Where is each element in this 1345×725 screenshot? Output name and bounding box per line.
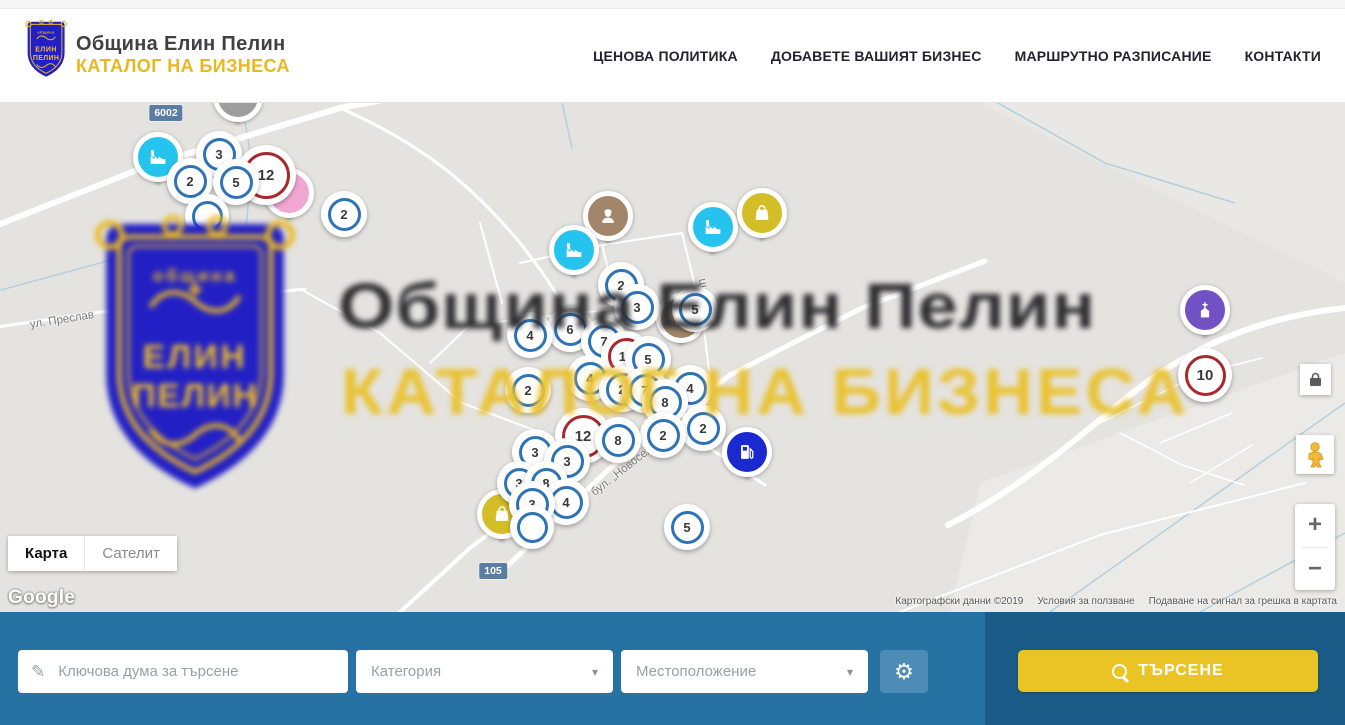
cluster-count [517,512,548,543]
site-subtitle: КАТАЛОГ НА БИЗНЕСА [76,56,290,77]
cluster-count: 3 [621,291,654,324]
streetview-lock-button[interactable] [1300,364,1331,395]
cluster-marker[interactable]: 3 [614,284,660,330]
zoom-out-button[interactable]: − [1295,548,1335,591]
cluster-count: 5 [220,166,253,199]
cluster-count: 2 [647,419,680,452]
site-title: Община Елин Пелин [76,33,290,56]
cluster-marker[interactable]: 2 [321,191,367,237]
gear-icon: ⚙ [894,659,914,685]
crest-name-line2: ПЕЛИН [33,55,59,62]
cluster-marker[interactable]: 8 [595,417,641,463]
nav-item-add-business[interactable]: ДОБАВЕТЕ ВАШИЯТ БИЗНЕС [771,48,982,64]
zoom-in-button[interactable]: + [1295,504,1335,547]
map-pin-shopping-bag-icon[interactable] [737,188,787,238]
lock-icon [1309,372,1322,387]
keyword-input[interactable] [56,662,335,681]
cluster-count: 10 [1185,355,1226,396]
nav-item-route-schedule[interactable]: МАРШРУТНО РАЗПИСАНИЕ [1015,48,1212,64]
location-dropdown-value: Местоположение [636,663,756,680]
cluster-count: 5 [679,293,712,326]
attribution-report-link[interactable]: Подаване на сигнал за грешка в картата [1149,596,1337,607]
pegman-button[interactable] [1296,435,1334,474]
crest-name-line1: ЕЛИН [35,47,57,54]
google-logo[interactable]: Google [8,587,75,609]
attribution-copyright: Картографски данни ©2019 [895,596,1023,607]
nav-item-pricing[interactable]: ЦЕНОВА ПОЛИТИКА [593,48,738,64]
crest-org-text: община [37,31,55,35]
category-dropdown-value: Категория [371,663,441,680]
pin-circle [213,103,263,122]
fuel-icon [722,427,772,477]
pegman-icon [1305,442,1325,468]
search-button[interactable]: ТЪРСЕНЕ [1018,650,1318,692]
attribution-terms-link[interactable]: Условия за ползване [1037,596,1134,607]
search-icon [1112,664,1127,679]
cluster-marker[interactable]: 4 [507,312,553,358]
map-type-map-button[interactable]: Карта [8,536,84,571]
cluster-count: 2 [174,165,207,198]
keyword-search-field[interactable]: ✎ [18,650,348,693]
header: община ЕЛИН ПЕЛИН Община Елин Пелин КАТА… [0,0,1345,103]
pencil-icon: ✎ [31,662,45,682]
map-attribution: Картографски данни ©2019 Условия за полз… [895,596,1337,607]
map-pin-factory-icon[interactable] [688,202,738,252]
chevron-down-icon: ▾ [592,665,598,679]
cluster-marker[interactable]: 2 [640,412,686,458]
cluster-count: 2 [328,198,361,231]
map-type-control: Карта Сателит [8,536,177,571]
search-button-label: ТЪРСЕНЕ [1138,662,1223,680]
map-pin[interactable] [213,103,263,122]
cluster-count: 2 [512,374,545,407]
shopping-bag-icon [737,188,787,238]
cluster-count: 2 [687,412,720,445]
chevron-down-icon: ▾ [847,665,853,679]
factory-icon [549,225,599,275]
map-type-satellite-button[interactable]: Сателит [84,536,177,571]
location-dropdown[interactable]: Местоположение ▾ [621,650,868,693]
category-dropdown[interactable]: Категория ▾ [356,650,613,693]
cluster-marker[interactable] [510,505,554,549]
map-pin-church-icon[interactable] [1180,285,1230,335]
site-logo[interactable]: община ЕЛИН ПЕЛИН [23,19,69,81]
cluster-marker[interactable]: 5 [664,504,710,550]
map-pin-factory-icon[interactable] [549,225,599,275]
markers-layer: 31225223564713510442278221283338435 [0,103,1345,612]
search-bar: ✎ Категория ▾ Местоположение ▾ ⚙ ТЪРСЕНЕ [0,612,1345,725]
cluster-marker[interactable]: 2 [505,367,551,413]
cluster-count: 5 [671,511,704,544]
main-nav: ЦЕНОВА ПОЛИТИКА ДОБАВЕТЕ ВАШИЯТ БИЗНЕС М… [593,8,1321,103]
cluster-count: 4 [514,319,547,352]
map-canvas[interactable]: 6002105ул. Преславбул. „Новоселци3122522… [0,103,1345,612]
nav-item-contacts[interactable]: КОНТАКТИ [1245,48,1321,64]
cluster-count [192,201,223,232]
brand-block[interactable]: Община Елин Пелин КАТАЛОГ НА БИЗНЕСА [76,33,290,77]
page: 6002105ул. Преславбул. „Новоселци3122522… [0,0,1345,725]
factory-icon [688,202,738,252]
cluster-marker[interactable]: 5 [672,286,718,332]
cluster-marker[interactable]: 10 [1178,348,1232,402]
advanced-settings-button[interactable]: ⚙ [880,650,928,693]
church-icon [1180,285,1230,335]
cluster-count: 8 [602,424,635,457]
map-pin-fuel-icon[interactable] [722,427,772,477]
cluster-marker[interactable] [185,194,229,238]
cluster-marker[interactable]: 2 [680,405,726,451]
zoom-control: + − [1295,504,1335,590]
